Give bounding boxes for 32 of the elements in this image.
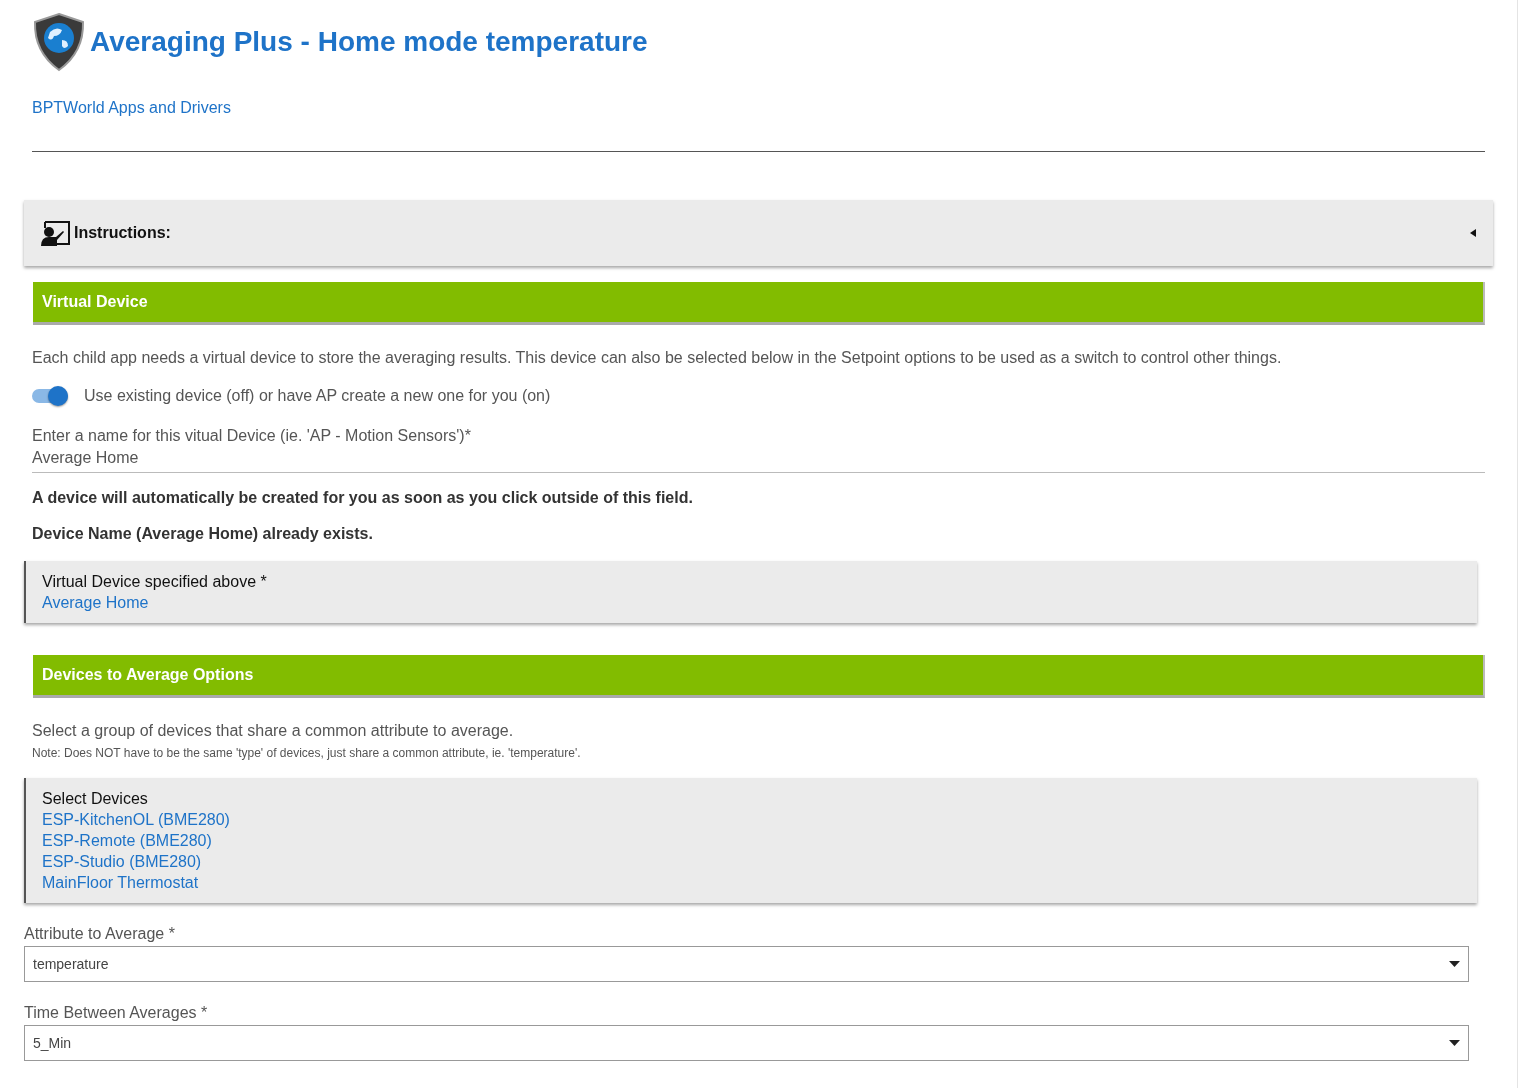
card-label: Virtual Device specified above * — [42, 572, 268, 592]
dropdown-label: Time Between Averages * — [24, 1004, 209, 1022]
select-dropdown[interactable]: temperature — [24, 946, 1469, 982]
shield-globe-icon — [32, 12, 86, 72]
dropdown-label: Attribute to Average * — [24, 925, 176, 943]
device-select-card[interactable]: Select Devices ESP-KitchenOL (BME280) ESP-Remote (BME280) ESP-Studio (BME280) MainFloor Thermostat — [24, 778, 1477, 903]
toggle-switch[interactable] — [32, 389, 68, 403]
dropdown-caret-icon — [1449, 961, 1460, 967]
notice-text: Device Name (Average Home) already exists. — [32, 525, 374, 543]
field-label: Enter a name for this vitual Device (ie. 'AP - Motion Sensors')* — [32, 427, 472, 445]
notice-text: A device will automatically be created for you as soon as you click outside of this field. — [32, 489, 694, 507]
toggle-label: Use existing device (off) or have AP create a new one for you (on) — [84, 387, 551, 405]
device-select-card[interactable]: Virtual Device specified above * Average Home — [24, 561, 1477, 623]
dropdown-caret-icon — [1449, 1040, 1460, 1046]
description-text: Select a group of devices that share a common attribute to average. — [32, 722, 515, 740]
section-header: Devices to Average Options — [33, 655, 1485, 698]
selected-device: Average Home — [42, 593, 150, 613]
presentation-icon — [40, 220, 70, 246]
selected-device: ESP-KitchenOL (BME280) — [42, 810, 231, 830]
instructions-label: Instructions: — [74, 224, 172, 242]
selected-device: ESP-Studio (BME280) — [42, 852, 203, 872]
note-text: Note: Does NOT have to be the same 'type' of devices, just share a common attribute, ie. 'temperature'. — [32, 746, 582, 760]
card-label: Select Devices — [42, 789, 149, 809]
selected-device: MainFloor Thermostat — [42, 873, 200, 893]
description-text: Each child app needs a virtual device to store the averaging results. This device can also be selected below in the Setpoint options to be used as a switch to control other things. — [32, 349, 1283, 367]
instructions-panel[interactable]: Instructions: — [24, 200, 1493, 266]
device-name-field[interactable]: Average Home — [32, 447, 1485, 473]
select-dropdown[interactable]: 5_Min — [24, 1025, 1469, 1061]
bptworld-link[interactable]: BPTWorld Apps and Drivers — [32, 99, 231, 117]
page-title: Averaging Plus - Home mode temperature — [90, 26, 648, 58]
section-header: Virtual Device — [33, 282, 1485, 325]
selected-device: ESP-Remote (BME280) — [42, 831, 213, 851]
